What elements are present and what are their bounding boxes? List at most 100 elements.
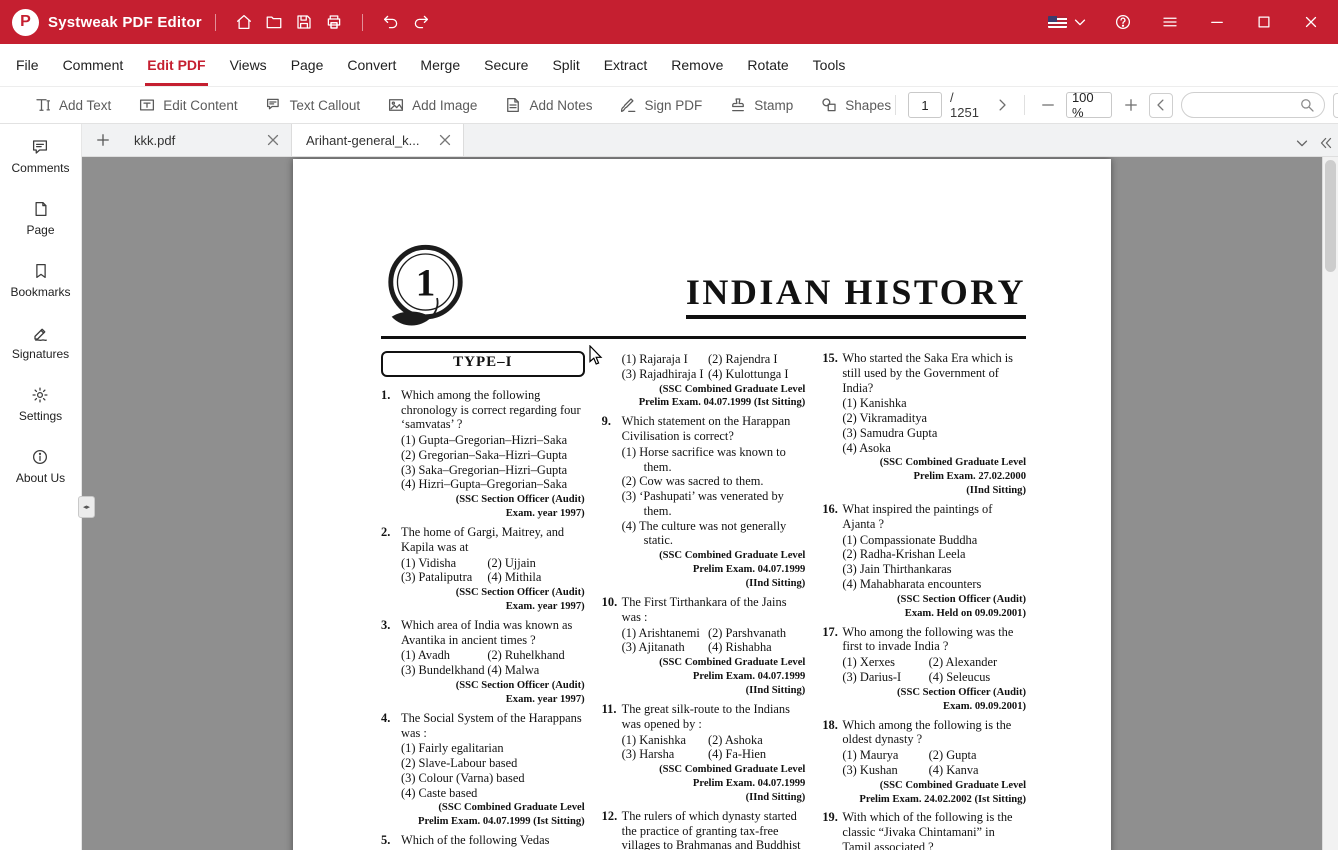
source-citation: (SSC Section Officer (Audit)Exam. year 1… <box>381 586 585 614</box>
zoom-out-button[interactable] <box>1037 94 1058 116</box>
open-file-button[interactable] <box>259 7 289 37</box>
next-page-button[interactable] <box>992 94 1013 116</box>
question-item: 16.What inspired the paintings of Ajanta… <box>822 502 1026 620</box>
menubar: FileCommentEdit PDFViewsPageConvertMerge… <box>0 44 1338 86</box>
section-header-label: TYPE–I <box>453 354 512 370</box>
help-button[interactable] <box>1110 9 1136 35</box>
undo-button[interactable] <box>376 7 406 37</box>
sidebar-item-page[interactable]: Page <box>26 200 54 237</box>
tool-stamp[interactable]: Stamp <box>729 96 793 114</box>
sidebar-item-about-us[interactable]: About Us <box>16 448 65 485</box>
sidebar-splitter[interactable] <box>78 496 95 518</box>
tab-kkk-pdf[interactable]: kkk.pdf <box>120 124 292 156</box>
save-button[interactable] <box>289 7 319 37</box>
redo-button[interactable] <box>406 7 436 37</box>
options-list: (1) Fairly egalitarian(2) Slave-Labour b… <box>381 741 585 800</box>
menu-item-split[interactable]: Split <box>540 44 591 86</box>
tool-label: Stamp <box>754 98 793 113</box>
maximize-button[interactable] <box>1251 9 1277 35</box>
question-text: Which of the following Vedas provides in… <box>401 833 585 850</box>
source-citation: (SSC Combined Graduate LevelPrelim Exam.… <box>381 801 585 829</box>
option-item: (4) Asoka <box>842 441 1026 456</box>
question-number: 5. <box>381 833 401 850</box>
toolbar: Add Text Edit Content Text Callout Add Imag… <box>0 86 1338 124</box>
folder-icon <box>265 13 283 31</box>
tool-add-text[interactable]: Add Text <box>34 96 111 114</box>
option-item: (4) Mithila <box>487 570 584 585</box>
page-scroll-area[interactable]: 1 INDIAN HISTORY TYPE–I <box>82 157 1322 850</box>
tool-add-image[interactable]: Add Image <box>387 96 477 114</box>
find-previous-button[interactable] <box>1149 93 1173 118</box>
titlebar-right <box>1048 9 1324 35</box>
search-input[interactable] <box>1192 98 1298 112</box>
question-number: 18. <box>822 718 842 748</box>
question-item: 11.The great silk-route to the Indians w… <box>602 702 806 805</box>
page-content: 1 INDIAN HISTORY TYPE–I <box>381 159 1026 850</box>
logo-letter: P <box>20 13 31 31</box>
menu-item-edit-pdf[interactable]: Edit PDF <box>135 44 217 86</box>
tab-close-icon[interactable] <box>264 131 282 149</box>
menu-item-extract[interactable]: Extract <box>592 44 660 86</box>
zoom-level[interactable]: 100 % <box>1066 92 1112 118</box>
page-number-input[interactable] <box>908 92 942 118</box>
menu-item-page[interactable]: Page <box>279 44 336 86</box>
sidebar-item-bookmarks[interactable]: Bookmarks <box>10 262 70 299</box>
tab-close-icon[interactable] <box>436 131 454 149</box>
sidebar-item-signatures[interactable]: Signatures <box>12 324 69 361</box>
save-icon <box>295 13 313 31</box>
menu-item-remove[interactable]: Remove <box>659 44 735 86</box>
vertical-scrollbar[interactable] <box>1322 157 1338 850</box>
sidebar-item-settings[interactable]: Settings <box>19 386 62 423</box>
bookmarks-icon <box>32 262 50 280</box>
home-button[interactable] <box>229 7 259 37</box>
collapse-panel-button[interactable] <box>1317 134 1335 152</box>
menu-item-convert[interactable]: Convert <box>335 44 408 86</box>
close-button[interactable] <box>1298 9 1324 35</box>
menu-item-views[interactable]: Views <box>218 44 279 86</box>
tab-list-button[interactable] <box>1293 134 1311 152</box>
option-item: (4) Malwa <box>487 663 584 678</box>
options-list: (1) Horse sacrifice was known to them.(2… <box>602 445 806 548</box>
tool-label: Edit Content <box>163 98 237 113</box>
add-tab-button[interactable] <box>90 127 116 153</box>
language-selector[interactable] <box>1048 13 1089 31</box>
search-box[interactable] <box>1181 92 1325 118</box>
scrollbar-thumb[interactable] <box>1325 160 1336 272</box>
tab-label: kkk.pdf <box>134 133 175 148</box>
question-item: 5.Which of the following Vedas provides … <box>381 833 585 850</box>
menu-item-tools[interactable]: Tools <box>801 44 858 86</box>
tool-shapes[interactable]: Shapes <box>820 96 891 114</box>
text-callout-icon <box>265 96 283 114</box>
option-item: (2) Vikramaditya <box>842 411 1026 426</box>
menu-item-merge[interactable]: Merge <box>408 44 472 86</box>
titlebar: P Systweak PDF Editor <box>0 0 1338 44</box>
tool-add-notes[interactable]: Add Notes <box>504 96 592 114</box>
print-icon <box>325 13 343 31</box>
question-item: 17.Who among the following was the first… <box>822 625 1026 714</box>
menu-item-file[interactable]: File <box>4 44 51 86</box>
option-item: (3) Kushan <box>842 763 928 778</box>
tool-edit-content[interactable]: Edit Content <box>138 96 237 114</box>
pdf-page[interactable]: 1 INDIAN HISTORY TYPE–I <box>293 159 1111 850</box>
tool-text-callout[interactable]: Text Callout <box>265 96 361 114</box>
chevron-down-icon <box>1071 13 1089 31</box>
tool-sign-pdf[interactable]: Sign PDF <box>619 96 702 114</box>
workspace: Comments Page Bookmarks Signatures Settings A… <box>0 124 1338 850</box>
menu-item-secure[interactable]: Secure <box>472 44 540 86</box>
menu-item-rotate[interactable]: Rotate <box>735 44 800 86</box>
tab-arihant-general-k[interactable]: Arihant-general_k... <box>292 124 464 156</box>
find-next-button[interactable] <box>1333 93 1338 118</box>
main-menu-button[interactable] <box>1157 9 1183 35</box>
page-columns: TYPE–I 1.Which among the following chron… <box>381 351 1026 850</box>
option-item: (3) Darius-I <box>842 670 928 685</box>
menu-item-comment[interactable]: Comment <box>51 44 136 86</box>
header-rule <box>381 336 1026 339</box>
options-list: (1) Maurya(2) Gupta(3) Kushan(4) Kanva <box>822 748 1026 778</box>
sidebar-item-comments[interactable]: Comments <box>11 138 69 175</box>
question-number: 11. <box>602 702 622 732</box>
zoom-in-button[interactable] <box>1120 94 1141 116</box>
search-icon[interactable] <box>1298 96 1316 114</box>
option-item: (4) Fa-Hien <box>708 747 805 762</box>
minimize-button[interactable] <box>1204 9 1230 35</box>
print-button[interactable] <box>319 7 349 37</box>
